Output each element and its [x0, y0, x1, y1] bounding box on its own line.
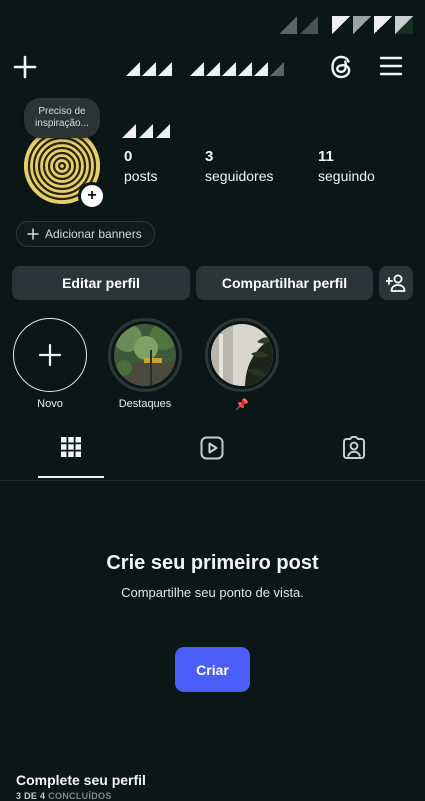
add-banners-label: Adicionar banners [45, 227, 142, 241]
grid-icon [60, 436, 82, 458]
empty-state-subtitle: Compartilhe seu ponto de vista. [121, 585, 304, 600]
threads-icon[interactable] [328, 52, 356, 82]
profile-tabs [0, 436, 425, 481]
highlight-label: Destaques [118, 398, 172, 410]
status-bar-decoration [279, 16, 413, 34]
highlight-new-ring[interactable] [13, 318, 87, 392]
add-banners-button[interactable]: Adicionar banners [16, 221, 155, 247]
edit-profile-label: Editar perfil [62, 275, 140, 291]
highlight-cover[interactable] [108, 318, 182, 392]
stat-label: seguindo [318, 168, 375, 184]
note-bubble[interactable]: Preciso de inspiração... [24, 98, 100, 138]
share-profile-label: Compartilhar perfil [221, 275, 348, 291]
stat-value: 11 [318, 148, 334, 165]
username-redacted[interactable] [126, 54, 296, 80]
stat-value: 0 [124, 148, 133, 165]
highlight-new[interactable]: Novo [10, 318, 90, 410]
highlight-destaques[interactable]: Destaques [105, 318, 185, 410]
stat-value: 3 [205, 148, 214, 165]
display-name-redacted [120, 118, 200, 140]
stat-following[interactable]: 11 seguindo [318, 148, 375, 184]
reels-icon [200, 436, 224, 460]
empty-state-title: Crie seu primeiro post [106, 552, 319, 574]
discover-people-button[interactable] [379, 266, 413, 300]
tab-posts-grid[interactable] [38, 436, 104, 480]
edit-profile-button[interactable]: Editar perfil [12, 266, 190, 300]
add-story-icon[interactable]: + [78, 182, 106, 210]
hamburger-icon[interactable] [378, 54, 404, 78]
tagged-icon [342, 436, 366, 460]
highlight-label: Novo [37, 398, 63, 410]
add-person-icon [386, 274, 406, 292]
share-profile-button[interactable]: Compartilhar perfil [196, 266, 373, 300]
create-post-button[interactable]: Criar [175, 647, 250, 692]
note-text: Preciso de inspiração... [35, 106, 89, 129]
stat-followers[interactable]: 3 seguidores [205, 148, 274, 184]
stat-label: posts [124, 168, 158, 184]
tab-reels[interactable] [179, 436, 245, 480]
highlight-cover[interactable] [205, 318, 279, 392]
top-bar [0, 48, 425, 88]
complete-profile-title: Complete seu perfil [16, 772, 146, 788]
stat-posts[interactable]: 0 posts [124, 148, 157, 184]
plus-icon[interactable] [12, 54, 38, 80]
stat-label: seguidores [205, 168, 274, 184]
highlight-pinned[interactable]: 📌 [202, 318, 282, 411]
plus-icon [38, 343, 62, 367]
plus-icon [27, 228, 39, 240]
active-tab-indicator [38, 476, 104, 478]
create-post-label: Criar [196, 661, 229, 678]
highlight-label: 📌 [235, 399, 249, 411]
tab-tagged[interactable] [321, 436, 387, 480]
